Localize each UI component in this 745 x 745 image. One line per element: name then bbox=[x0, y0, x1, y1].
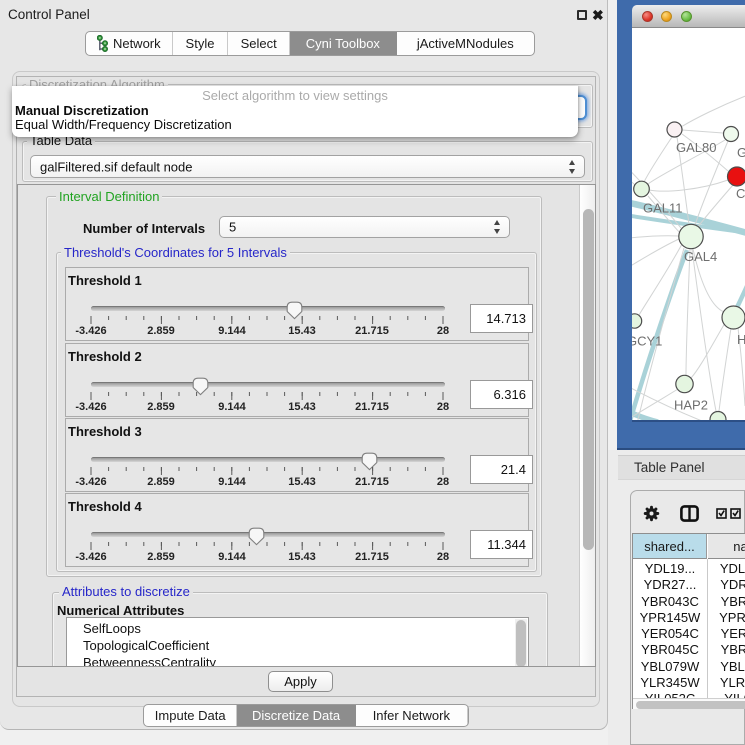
svg-text:GAL80: GAL80 bbox=[676, 140, 716, 155]
svg-text:HAP2: HAP2 bbox=[674, 398, 708, 413]
svg-text:GCY1: GCY1 bbox=[632, 334, 662, 349]
svg-text:CB: CB bbox=[736, 186, 745, 201]
svg-text:HIS: HIS bbox=[737, 332, 745, 347]
svg-text:GAL4: GAL4 bbox=[684, 249, 717, 264]
svg-text:GAL: GAL bbox=[737, 145, 745, 160]
svg-text:GAL11: GAL11 bbox=[643, 201, 683, 216]
